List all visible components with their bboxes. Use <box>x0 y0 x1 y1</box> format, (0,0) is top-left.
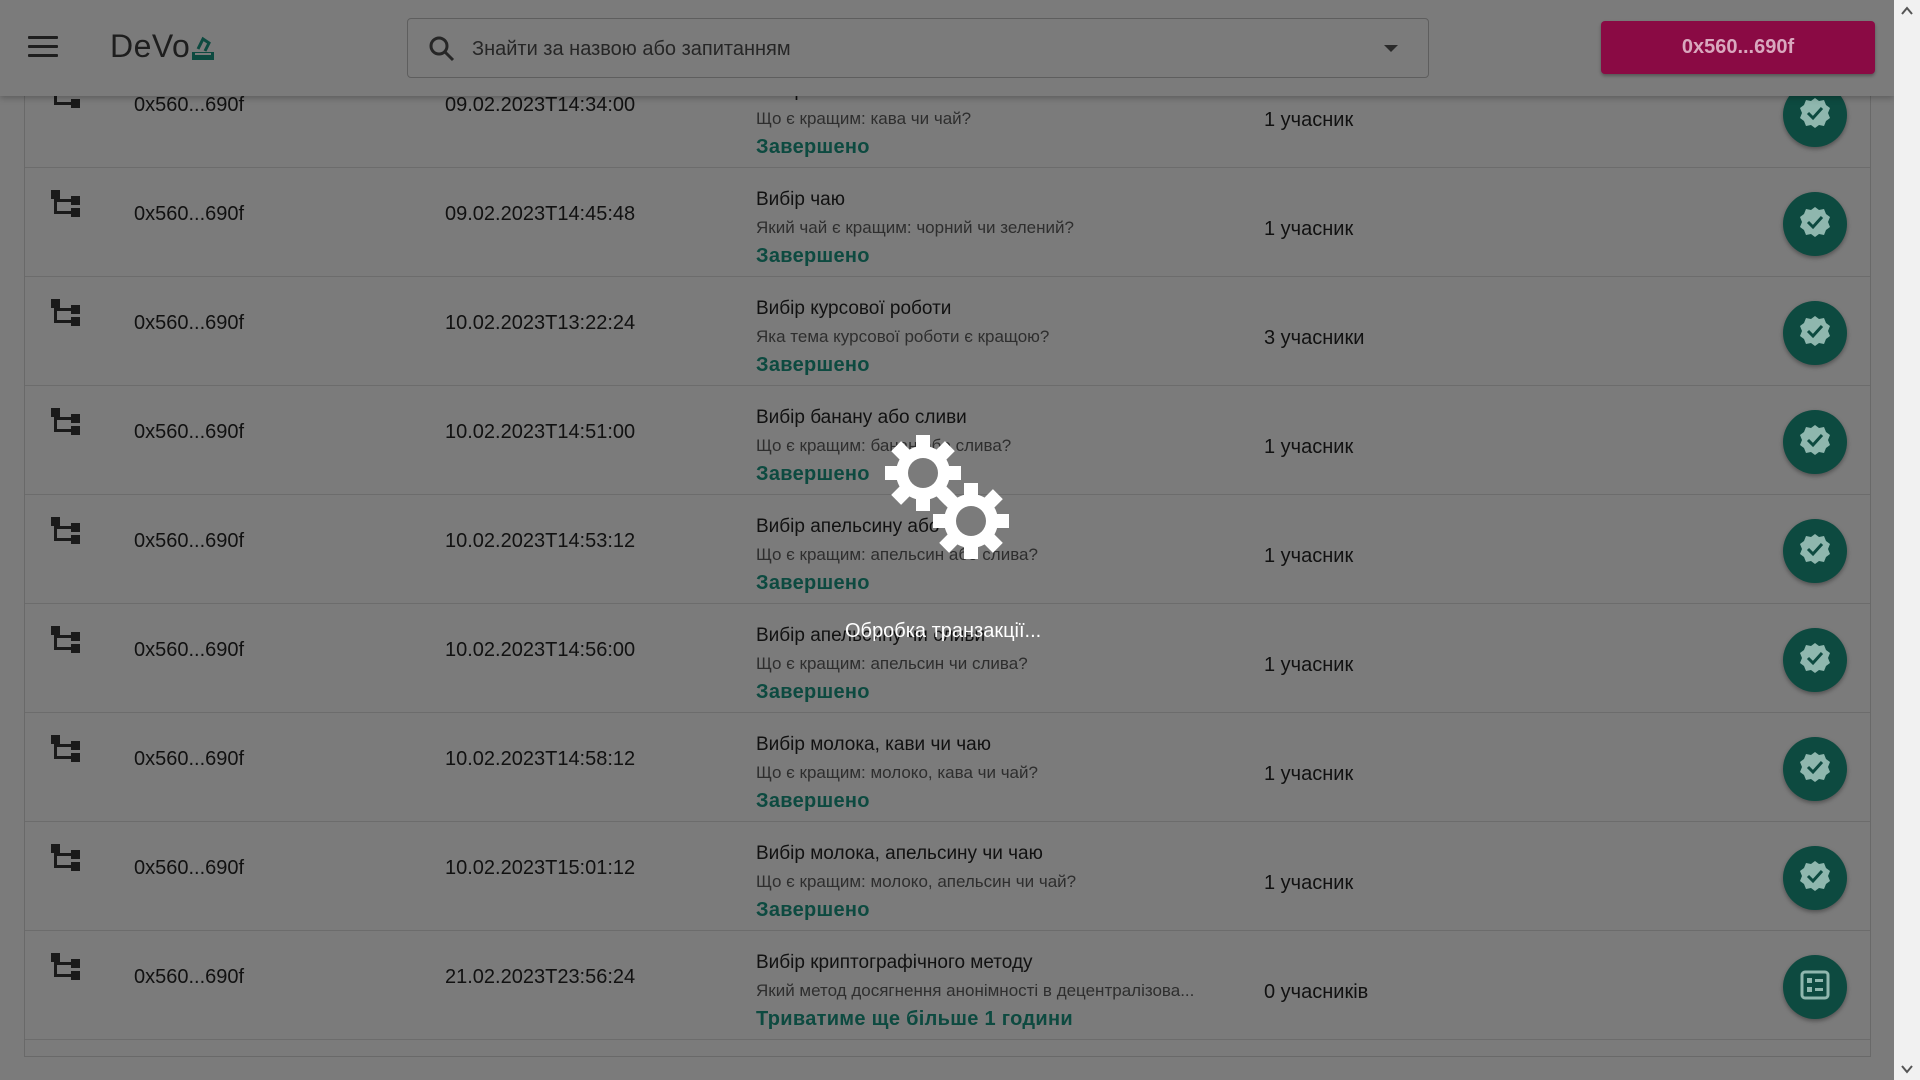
poll-author: 0x560...690f <box>134 530 245 552</box>
logo-vote-icon <box>192 36 214 60</box>
verified-check-icon <box>1798 314 1832 353</box>
poll-author: 0x560...690f <box>134 639 245 661</box>
poll-author: 0x560...690f <box>134 94 245 116</box>
poll-participants: 1 учасник <box>1264 109 1354 131</box>
poll-date: 09.02.2023T14:45:48 <box>445 203 636 225</box>
poll-title: Вибір криптографічного методу <box>756 952 1033 973</box>
poll-title: Вибір банану або сливи <box>756 407 967 428</box>
poll-row[interactable]: 0x560...690f 10.02.2023T14:53:12 Вибір апе… <box>25 495 1870 604</box>
ballot-list-icon <box>1800 970 1830 1005</box>
poll-date: 10.02.2023T13:22:24 <box>445 312 636 334</box>
poll-participants: 1 учасник <box>1264 545 1354 567</box>
poll-author: 0x560...690f <box>134 421 245 443</box>
poll-status: Завершено <box>756 899 870 921</box>
poll-participants: 1 учасник <box>1264 654 1354 676</box>
poll-title: Вибір апельсину або сливи <box>756 516 997 537</box>
poll-status: Триватиме ще більше 1 години <box>756 1008 1073 1030</box>
search-bar <box>407 18 1429 78</box>
tree-structure-icon <box>51 299 83 332</box>
tree-structure-icon <box>51 517 83 550</box>
poll-row[interactable]: 0x560...690f 09.02.2023T14:45:48 Вибір чаю… <box>25 168 1870 277</box>
poll-date: 10.02.2023T14:51:00 <box>445 421 636 443</box>
poll-row[interactable]: 0x560...690f 10.02.2023T13:22:24 Вибір кур… <box>25 277 1870 386</box>
tree-structure-icon <box>51 408 83 441</box>
poll-date: 10.02.2023T15:01:12 <box>445 857 636 879</box>
poll-list: 0x560...690f09.02.2023T14:34:00Вибір кав… <box>24 79 1871 1057</box>
poll-question: Що є кращим: апельсин чи слива? <box>756 654 1028 673</box>
poll-title: Вибір чаю <box>756 189 845 210</box>
poll-participants: 3 учасники <box>1264 327 1365 349</box>
tree-structure-icon <box>51 953 83 986</box>
app-header: DeVo 0x560...690f <box>0 0 1894 96</box>
poll-question: Який чай є кращим: чорний чи зелений? <box>756 218 1074 237</box>
poll-author: 0x560...690f <box>134 966 245 988</box>
verified-check-icon <box>1798 205 1832 244</box>
search-input[interactable] <box>470 31 1354 67</box>
poll-row[interactable]: 0x560...690f 10.02.2023T15:01:12 Вибір мол… <box>25 822 1870 931</box>
verified-check-icon <box>1798 641 1832 680</box>
poll-status: Завершено <box>756 463 870 485</box>
tree-structure-icon <box>51 626 83 659</box>
poll-author: 0x560...690f <box>134 857 245 879</box>
poll-participants: 0 учасників <box>1264 981 1369 1003</box>
poll-title: Вибір молока, апельсину чи чаю <box>756 843 1043 864</box>
poll-participants: 1 учасник <box>1264 218 1354 240</box>
results-button[interactable] <box>1783 519 1847 583</box>
poll-author: 0x560...690f <box>134 748 245 770</box>
results-button[interactable] <box>1783 301 1847 365</box>
scroll-up-arrow-icon[interactable] <box>1900 4 1914 18</box>
poll-status: Завершено <box>756 245 870 267</box>
results-button[interactable] <box>1783 628 1847 692</box>
poll-participants: 1 учасник <box>1264 436 1354 458</box>
poll-row[interactable]: 0x560...690f 21.02.2023T23:56:24 Вибір кри… <box>25 931 1870 1040</box>
poll-question: Який метод досягнення анонімності в деце… <box>756 981 1195 1000</box>
poll-question: Що є кращим: молоко, кава чи чай? <box>756 763 1038 782</box>
poll-title: Вибір молока, кави чи чаю <box>756 734 991 755</box>
menu-icon[interactable] <box>28 36 58 60</box>
tree-structure-icon <box>51 844 83 877</box>
tree-structure-icon <box>51 735 83 768</box>
poll-status: Завершено <box>756 790 870 812</box>
poll-date: 10.02.2023T14:58:12 <box>445 748 636 770</box>
verified-check-icon <box>1798 423 1832 462</box>
verified-check-icon <box>1798 96 1832 135</box>
poll-status: Завершено <box>756 572 870 594</box>
verified-check-icon <box>1798 750 1832 789</box>
poll-title: Вибір апельсину чи сливи <box>756 625 986 646</box>
poll-participants: 1 учасник <box>1264 872 1354 894</box>
results-button[interactable] <box>1783 192 1847 256</box>
poll-title: Вибір курсової роботи <box>756 298 952 319</box>
verified-check-icon <box>1798 859 1832 898</box>
poll-row[interactable]: 0x560...690f 10.02.2023T14:56:00 Вибір апе… <box>25 604 1870 713</box>
app-logo-text: DeVo <box>110 28 191 64</box>
poll-date: 10.02.2023T14:53:12 <box>445 530 636 552</box>
account-button[interactable]: 0x560...690f <box>1601 21 1875 74</box>
verified-check-icon <box>1798 532 1832 571</box>
tree-structure-icon <box>51 190 83 223</box>
poll-status: Завершено <box>756 354 870 376</box>
results-button[interactable] <box>1783 737 1847 801</box>
dropdown-caret-icon[interactable] <box>1384 45 1398 52</box>
poll-date: 10.02.2023T14:56:00 <box>445 639 636 661</box>
poll-author: 0x560...690f <box>134 203 245 225</box>
scroll-down-arrow-icon[interactable] <box>1900 1062 1914 1076</box>
poll-row[interactable]: 0x560...690f 10.02.2023T14:51:00 Вибір бан… <box>25 386 1870 495</box>
poll-date: 09.02.2023T14:34:00 <box>445 94 636 116</box>
poll-date: 21.02.2023T23:56:24 <box>445 966 636 988</box>
results-button[interactable] <box>1783 410 1847 474</box>
poll-status: Завершено <box>756 136 870 158</box>
poll-question: Що є кращим: кава чи чай? <box>756 109 972 128</box>
poll-participants: 1 учасник <box>1264 763 1354 785</box>
results-button[interactable] <box>1783 846 1847 910</box>
search-icon <box>429 36 455 62</box>
scrollbar[interactable] <box>1894 0 1920 1080</box>
poll-status: Завершено <box>756 681 870 703</box>
poll-question: Що є кращим: молоко, апельсин чи чай? <box>756 872 1077 891</box>
vote-button[interactable] <box>1783 955 1847 1019</box>
poll-question: Що є кращим: банан або слива? <box>756 436 1012 455</box>
poll-author: 0x560...690f <box>134 312 245 334</box>
poll-row[interactable]: 0x560...690f 10.02.2023T14:58:12 Вибір мол… <box>25 713 1870 822</box>
poll-question: Що є кращим: апельсин або слива? <box>756 545 1038 564</box>
poll-question: Яка тема курсової роботи є кращою? <box>756 327 1050 346</box>
